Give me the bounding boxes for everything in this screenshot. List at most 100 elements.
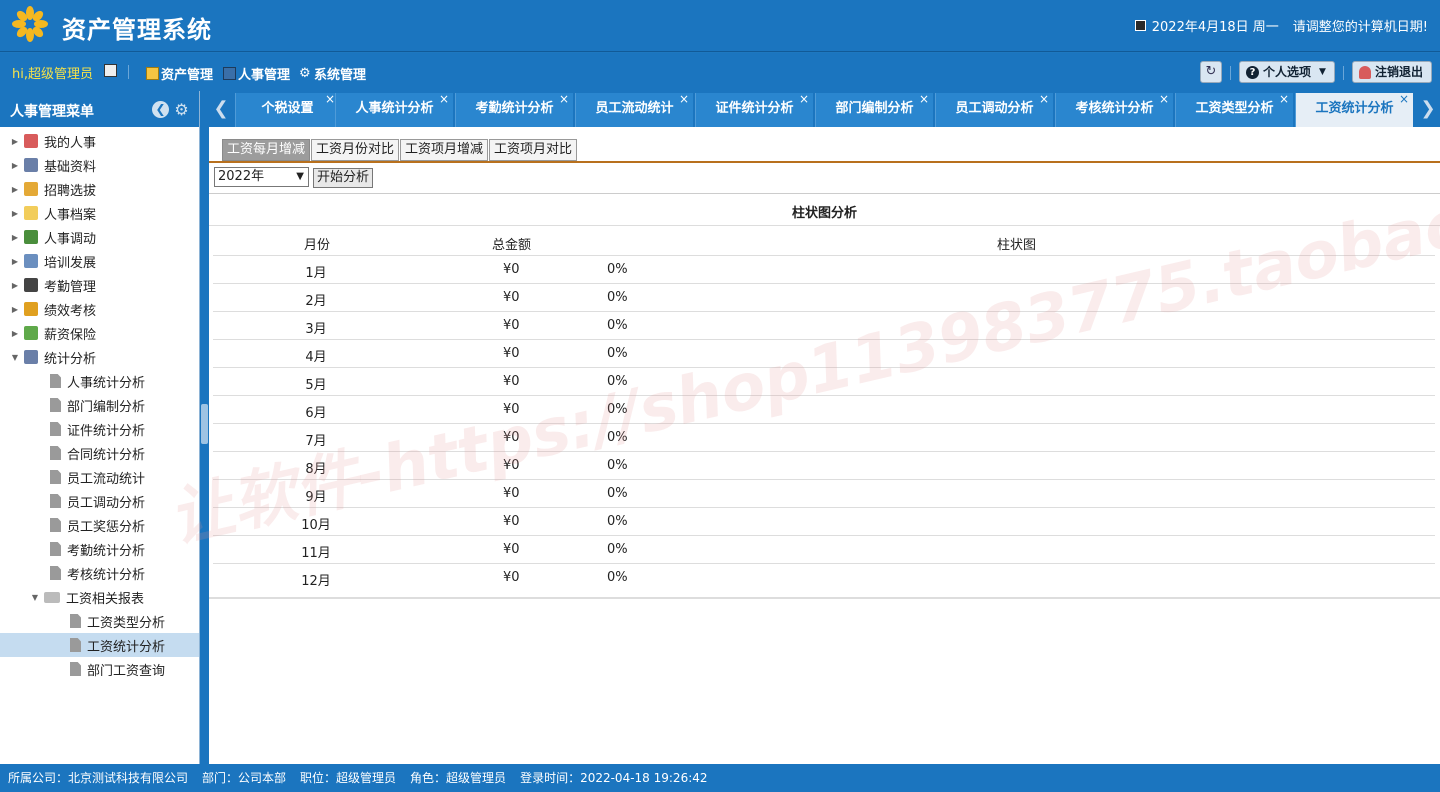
close-icon[interactable]: ×	[679, 83, 689, 115]
row-percent: 0%	[607, 290, 628, 305]
sidebar-subitem-personnel-stats[interactable]: 人事统计分析	[0, 369, 199, 393]
sidebar-item-basic-info[interactable]: ▶ 基础资料	[0, 153, 199, 177]
board-icon	[24, 254, 38, 268]
sidebar-subitem-label: 部门工资查询	[87, 663, 166, 679]
tab-label: 员工调动分析	[955, 101, 1034, 116]
tab-label: 考核统计分析	[1075, 101, 1154, 116]
menu-asset-management[interactable]: 资产管理	[146, 64, 213, 83]
column-header-amount: 总金额	[492, 238, 532, 253]
sidebar-item-training[interactable]: ▶ 培训发展	[0, 249, 199, 273]
year-select[interactable]: 2022年 ▼	[214, 167, 309, 187]
divider	[209, 193, 1440, 194]
tab-personnel-stats[interactable]: 人事统计分析 ×	[335, 92, 453, 127]
tab-assessment-stats[interactable]: 考核统计分析 ×	[1055, 92, 1173, 127]
tab-scroll-left-icon[interactable]: ❮	[209, 91, 233, 127]
tab-turnover-stats[interactable]: 员工流动统计 ×	[575, 92, 693, 127]
tab-dept-staffing[interactable]: 部门编制分析 ×	[815, 92, 933, 127]
asset-icon	[146, 67, 159, 80]
row-percent: 0%	[607, 486, 628, 501]
menu-divider	[1343, 66, 1344, 80]
refresh-icon: ↻	[1205, 64, 1217, 79]
tab-transfer-stats[interactable]: 员工调动分析 ×	[935, 92, 1053, 127]
status-position: 职位：超级管理员	[300, 771, 397, 785]
sidebar-subitem-contract-stats[interactable]: 合同统计分析	[0, 441, 199, 465]
menu-system-management[interactable]: ⚙ 系统管理	[299, 64, 366, 83]
row-amount: ¥0	[503, 262, 520, 277]
tab-salary-type[interactable]: 工资类型分析 ×	[1175, 92, 1293, 127]
sidebar-subitem-dept-salary-query[interactable]: 部门工资查询	[0, 657, 199, 681]
close-icon[interactable]: ×	[439, 83, 449, 115]
sidebar-item-personnel-files[interactable]: ▶ 人事档案	[0, 201, 199, 225]
row-month: 2月	[305, 294, 327, 309]
sidebar-item-recruitment[interactable]: ▶ 招聘选拔	[0, 177, 199, 201]
sidebar-subitem-label: 工资统计分析	[87, 639, 166, 655]
menu-divider	[128, 65, 129, 79]
sidebar-subitem-dept-staffing[interactable]: 部门编制分析	[0, 393, 199, 417]
sidebar-subitem-turnover-stats[interactable]: 员工流动统计	[0, 465, 199, 489]
start-analysis-button[interactable]: 开始分析	[313, 168, 373, 188]
menu-personnel-management[interactable]: 人事管理	[223, 64, 290, 83]
sidebar-subitem-attendance-stats[interactable]: 考勤统计分析	[0, 537, 199, 561]
header-date-area: 2022年4月18日 周一 请调整您的计算机日期!	[1134, 16, 1428, 35]
document-icon	[70, 638, 81, 652]
chevron-right-icon: ▶	[11, 184, 19, 194]
document-icon	[50, 470, 61, 484]
close-icon[interactable]: ×	[1399, 83, 1409, 115]
sidebar-subitem-transfer-stats[interactable]: 员工调动分析	[0, 489, 199, 513]
personal-options-button[interactable]: ? 个人选项 ▼	[1239, 61, 1335, 83]
close-icon[interactable]: ×	[919, 83, 929, 115]
table-row: 7月 ¥0 0%	[213, 423, 1435, 451]
refresh-button[interactable]: ↻	[1200, 61, 1222, 83]
sidebar-folder-salary-reports[interactable]: ▼ 工资相关报表	[0, 585, 199, 609]
sidebar-subitem-assessment-stats[interactable]: 考核统计分析	[0, 561, 199, 585]
gear-icon: ⚙	[299, 66, 311, 81]
chevron-right-icon: ▶	[11, 256, 19, 266]
close-icon[interactable]: ×	[799, 83, 809, 115]
tab-scroll-right-icon[interactable]: ❯	[1416, 91, 1440, 127]
row-month: 4月	[305, 350, 327, 365]
sidebar-item-personnel-transfer[interactable]: ▶ 人事调动	[0, 225, 199, 249]
sidebar-splitter[interactable]	[200, 91, 209, 764]
chevron-right-icon: ▶	[11, 328, 19, 338]
gear-icon[interactable]: ⚙	[173, 101, 190, 118]
sidebar-item-label: 培训发展	[44, 255, 97, 271]
sidebar-item-performance[interactable]: ▶ 绩效考核	[0, 297, 199, 321]
user-card-icon[interactable]	[104, 64, 117, 77]
close-icon[interactable]: ×	[1159, 83, 1169, 115]
sidebar-subitem-reward-stats[interactable]: 员工奖惩分析	[0, 513, 199, 537]
sidebar-item-my-personnel[interactable]: ▶ 我的人事	[0, 129, 199, 153]
document-icon	[50, 446, 61, 460]
chevron-down-icon: ▼	[11, 352, 19, 362]
sidebar-item-label: 基础资料	[44, 159, 97, 175]
sidebar-item-attendance[interactable]: ▶ 考勤管理	[0, 273, 199, 297]
sidebar-item-salary-insurance[interactable]: ▶ 薪资保险	[0, 321, 199, 345]
table-row: 12月 ¥0 0%	[213, 563, 1435, 591]
row-amount: ¥0	[503, 570, 520, 585]
tab-certificate-stats[interactable]: 证件统计分析 ×	[695, 92, 813, 127]
sidebar-subitem-salary-type[interactable]: 工资类型分析	[0, 609, 199, 633]
subtab-item-monthly-change[interactable]: 工资项月增减	[400, 139, 489, 161]
subtab-monthly-change[interactable]: 工资每月增减	[222, 139, 311, 161]
sidebar-subitem-certificate-stats[interactable]: 证件统计分析	[0, 417, 199, 441]
subtab-item-month-compare[interactable]: 工资项月对比	[489, 139, 578, 161]
close-icon[interactable]: ×	[1279, 83, 1289, 115]
tab-tax-settings[interactable]: 个税设置 ×	[235, 92, 339, 127]
close-icon[interactable]: ×	[559, 83, 569, 115]
close-icon[interactable]: ×	[1039, 83, 1049, 115]
splitter-handle[interactable]	[201, 404, 208, 444]
tab-label: 证件统计分析	[715, 101, 794, 116]
sidebar-item-statistics[interactable]: ▼ 统计分析	[0, 345, 199, 369]
row-percent: 0%	[607, 430, 628, 445]
row-month: 11月	[301, 546, 331, 561]
sidebar-subitem-label: 人事统计分析	[67, 375, 146, 391]
column-header-month: 月份	[304, 238, 331, 253]
subtab-month-compare[interactable]: 工资月份对比	[311, 139, 400, 161]
tab-salary-stats[interactable]: 工资统计分析 ×	[1295, 92, 1413, 127]
tab-attendance-stats[interactable]: 考勤统计分析 ×	[455, 92, 573, 127]
chart-title: 柱状图分析	[791, 206, 857, 221]
sidebar-subitem-salary-stats[interactable]: 工资统计分析	[0, 633, 199, 657]
logout-button[interactable]: 注销退出	[1352, 61, 1432, 83]
collapse-left-icon[interactable]: ❮	[152, 101, 169, 118]
row-month: 1月	[305, 266, 327, 281]
close-icon[interactable]: ×	[325, 83, 335, 115]
